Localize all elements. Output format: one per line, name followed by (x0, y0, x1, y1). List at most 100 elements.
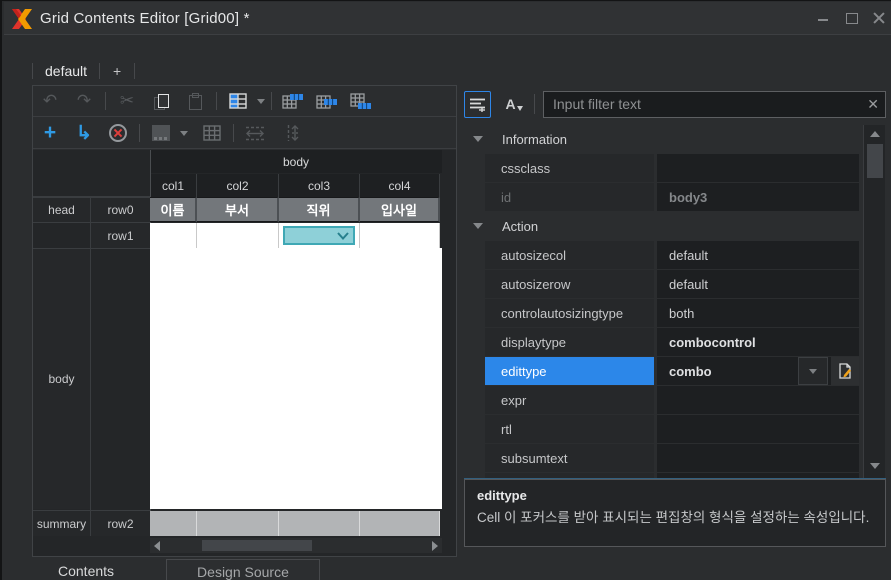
move-cell-icon[interactable]: ↳ (70, 121, 98, 145)
scroll-thumb[interactable] (202, 540, 312, 551)
property-name[interactable]: rtl (485, 415, 654, 443)
property-value[interactable]: both (657, 299, 859, 327)
copy-icon[interactable] (147, 89, 175, 113)
column-width-icon[interactable] (241, 121, 269, 145)
redo-icon[interactable]: ↷ (70, 89, 98, 113)
property-value[interactable]: default (657, 241, 859, 269)
property-row-rtl[interactable]: rtl (485, 415, 886, 443)
property-value[interactable]: body3 (657, 183, 859, 211)
scroll-thumb[interactable] (867, 144, 883, 178)
summary-cell-col4[interactable] (360, 511, 440, 536)
section-header-action[interactable]: Action (464, 212, 886, 240)
head-cell-col2[interactable]: 부서 (197, 197, 279, 222)
row-label-row2[interactable]: row2 (91, 511, 150, 536)
undo-icon[interactable]: ↶ (36, 89, 64, 113)
body-cell-col4[interactable] (360, 223, 440, 248)
summary-band-icon[interactable] (347, 89, 375, 113)
band-label-summary[interactable]: summary (33, 511, 90, 536)
property-row-expr[interactable]: expr (485, 386, 886, 414)
property-value[interactable]: combocontrol (657, 328, 859, 356)
scroll-left-icon[interactable] (150, 538, 164, 553)
merge-cells-icon[interactable] (147, 121, 175, 145)
add-band-tab-button[interactable]: + (100, 63, 134, 79)
head-band-icon[interactable] (279, 89, 307, 113)
tab-default[interactable]: default (33, 63, 99, 79)
row-label-row1[interactable]: row1 (91, 223, 150, 248)
property-name[interactable]: expr (485, 386, 654, 414)
summary-cell-col3[interactable] (279, 511, 360, 536)
paste-icon[interactable] (181, 89, 209, 113)
delete-cell-icon[interactable] (104, 121, 132, 145)
selected-combo-editor[interactable] (283, 226, 355, 245)
section-collapse-icon[interactable] (473, 223, 483, 229)
summary-cell-col1[interactable] (150, 511, 197, 536)
grid-horizontal-scrollbar[interactable] (150, 538, 442, 553)
minimize-button[interactable] (817, 12, 829, 24)
scroll-up-icon[interactable] (870, 131, 880, 137)
section-header-information[interactable]: Information (464, 125, 886, 153)
band-label-head[interactable]: head (33, 197, 90, 222)
property-name[interactable]: controlautosizingtype (485, 299, 654, 327)
property-value[interactable]: combo (657, 357, 859, 385)
alphabetical-sort-button[interactable]: A (497, 91, 524, 118)
value-dropdown-button[interactable] (798, 357, 828, 385)
property-value[interactable] (657, 386, 859, 414)
property-value[interactable] (657, 415, 859, 443)
property-name[interactable]: displaytype (485, 328, 654, 356)
row-height-icon[interactable] (280, 121, 308, 145)
cut-icon[interactable]: ✂ (113, 89, 141, 113)
column-header-col1[interactable]: col1 (150, 174, 197, 197)
body-cell-col3[interactable] (279, 223, 360, 248)
maximize-button[interactable] (845, 12, 858, 24)
filter-clear-icon[interactable]: ✕ (867, 96, 879, 113)
column-header-col3[interactable]: col3 (279, 174, 360, 197)
property-filter-input[interactable] (543, 90, 886, 118)
row-label-row0[interactable]: row0 (91, 197, 150, 222)
add-cell-icon[interactable]: + (36, 121, 64, 145)
property-name[interactable]: cssclass (485, 154, 654, 182)
property-row-cssclass[interactable]: cssclass (485, 154, 886, 182)
property-value[interactable] (657, 154, 859, 182)
categorized-view-button[interactable] (464, 90, 491, 118)
head-cell-col3[interactable]: 직위 (279, 197, 360, 222)
select-table-dropdown-caret[interactable] (255, 98, 267, 104)
band-label-body[interactable]: body (33, 249, 90, 509)
property-name[interactable]: edittype (485, 357, 654, 385)
body-band-icon[interactable] (313, 89, 341, 113)
property-name[interactable]: autosizerow (485, 270, 654, 298)
property-row-autosizecol[interactable]: autosizecol default (485, 241, 886, 269)
section-label: Action (502, 218, 539, 234)
property-name[interactable]: subsumtext (485, 444, 654, 472)
property-name[interactable]: autosizecol (485, 241, 654, 269)
body-empty-area[interactable] (150, 248, 442, 509)
property-row-subsumtext[interactable]: subsumtext (485, 444, 886, 472)
column-header-col4[interactable]: col4 (360, 174, 440, 197)
tab-contents[interactable]: Contents (32, 559, 140, 580)
body-cell-col2[interactable] (197, 223, 279, 248)
close-button[interactable] (873, 12, 885, 24)
titlebar[interactable]: Grid Contents Editor [Grid00] * (4, 2, 891, 35)
property-name[interactable]: id (485, 183, 654, 211)
property-vertical-scrollbar[interactable] (863, 125, 885, 478)
property-row-id[interactable]: id body3 (485, 183, 886, 211)
head-cell-col1[interactable]: 이름 (150, 197, 197, 222)
section-collapse-icon[interactable] (473, 136, 483, 142)
scroll-right-icon[interactable] (428, 538, 442, 553)
scroll-down-icon[interactable] (870, 463, 880, 469)
split-cells-icon[interactable] (198, 121, 226, 145)
property-value[interactable]: default (657, 270, 859, 298)
tab-design-source[interactable]: Design Source (166, 559, 320, 580)
property-row-controlautosizingtype[interactable]: controlautosizingtype both (485, 299, 886, 327)
band-title-body[interactable]: body (150, 150, 442, 173)
property-row-edittype[interactable]: edittype combo (485, 357, 886, 385)
summary-cell-col2[interactable] (197, 511, 279, 536)
merge-dropdown-caret[interactable] (178, 130, 190, 136)
property-row-displaytype[interactable]: displaytype combocontrol (485, 328, 886, 356)
body-cell-col1[interactable] (150, 223, 197, 248)
head-cell-col4[interactable]: 입사일 (360, 197, 440, 222)
property-value[interactable] (657, 444, 859, 472)
property-row-autosizerow[interactable]: autosizerow default (485, 270, 886, 298)
column-header-col2[interactable]: col2 (197, 174, 279, 197)
value-editor-button[interactable] (831, 357, 859, 385)
select-table-icon[interactable] (224, 89, 252, 113)
